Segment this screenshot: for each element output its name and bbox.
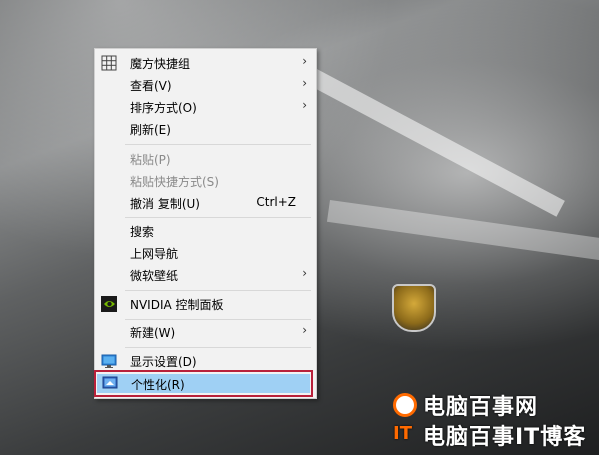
watermark-it-badge: IT — [393, 423, 412, 444]
car-emblem — [392, 284, 436, 332]
menu-item-view[interactable]: 查看(V) › — [95, 74, 316, 96]
chevron-right-icon: › — [302, 323, 307, 337]
menu-separator — [125, 290, 311, 291]
menu-separator — [125, 319, 311, 320]
menu-item-personalize-highlight-frame: 个性化(R) — [94, 370, 313, 397]
menu-item-ms-wallpaper[interactable]: 微软壁纸 › — [95, 264, 316, 286]
nvidia-icon — [101, 296, 117, 312]
grid-icon — [101, 55, 117, 71]
menu-item-paste-shortcut[interactable]: 粘贴快捷方式(S) — [95, 170, 316, 192]
menu-item-new[interactable]: 新建(W) › — [95, 321, 316, 343]
menu-item-shortcut: Ctrl+Z — [256, 195, 296, 209]
menu-item-label: 新建(W) — [130, 326, 176, 340]
menu-item-sort[interactable]: 排序方式(O) › — [95, 96, 316, 118]
menu-item-undo-copy[interactable]: 撤消 复制(U) Ctrl+Z — [95, 192, 316, 214]
menu-item-paste[interactable]: 粘贴(P) — [95, 148, 316, 170]
menu-item-label: 刷新(E) — [130, 123, 171, 137]
menu-item-label: 排序方式(O) — [130, 101, 197, 115]
display-icon — [101, 353, 117, 369]
desktop-context-menu: 魔方快捷组 › 查看(V) › 排序方式(O) › 刷新(E) 粘贴(P) 粘贴… — [94, 48, 317, 399]
chevron-right-icon: › — [302, 266, 307, 280]
menu-item-search[interactable]: 搜索 — [95, 220, 316, 242]
chevron-right-icon: › — [302, 76, 307, 90]
menu-item-personalize[interactable]: 个性化(R) — [97, 374, 310, 393]
personalize-icon — [102, 375, 118, 391]
menu-item-label: 显示设置(D) — [130, 355, 197, 369]
menu-item-label: 微软壁纸 — [130, 269, 179, 283]
menu-item-label: 粘贴(P) — [130, 153, 171, 167]
menu-item-label: 上网导航 — [130, 247, 179, 261]
menu-separator — [125, 217, 311, 218]
menu-separator — [125, 347, 311, 348]
menu-item-label: 撤消 复制(U) — [130, 197, 200, 211]
menu-item-label: NVIDIA 控制面板 — [130, 298, 224, 312]
site-watermark: 电脑百事网 IT 电脑百事IT博客 — [393, 389, 593, 451]
watermark-logo — [393, 393, 417, 417]
menu-item-label: 查看(V) — [130, 79, 172, 93]
chevron-right-icon: › — [302, 98, 307, 112]
watermark-line2: 电脑百事IT博客 — [423, 425, 587, 450]
menu-item-label: 魔方快捷组 — [130, 57, 191, 71]
menu-item-label: 搜索 — [130, 225, 155, 239]
menu-item-refresh[interactable]: 刷新(E) — [95, 118, 316, 140]
watermark-line1: 电脑百事网 — [423, 395, 539, 420]
menu-item-mofang[interactable]: 魔方快捷组 › — [95, 52, 316, 74]
menu-item-label: 粘贴快捷方式(S) — [130, 175, 219, 189]
menu-item-display-settings[interactable]: 显示设置(D) — [95, 350, 316, 372]
menu-item-web-nav[interactable]: 上网导航 — [95, 242, 316, 264]
chevron-right-icon: › — [302, 54, 307, 68]
menu-separator — [125, 144, 311, 145]
wallpaper-highlight — [291, 60, 565, 217]
menu-item-label: 个性化(R) — [131, 378, 185, 392]
menu-item-nvidia[interactable]: NVIDIA 控制面板 — [95, 293, 316, 315]
